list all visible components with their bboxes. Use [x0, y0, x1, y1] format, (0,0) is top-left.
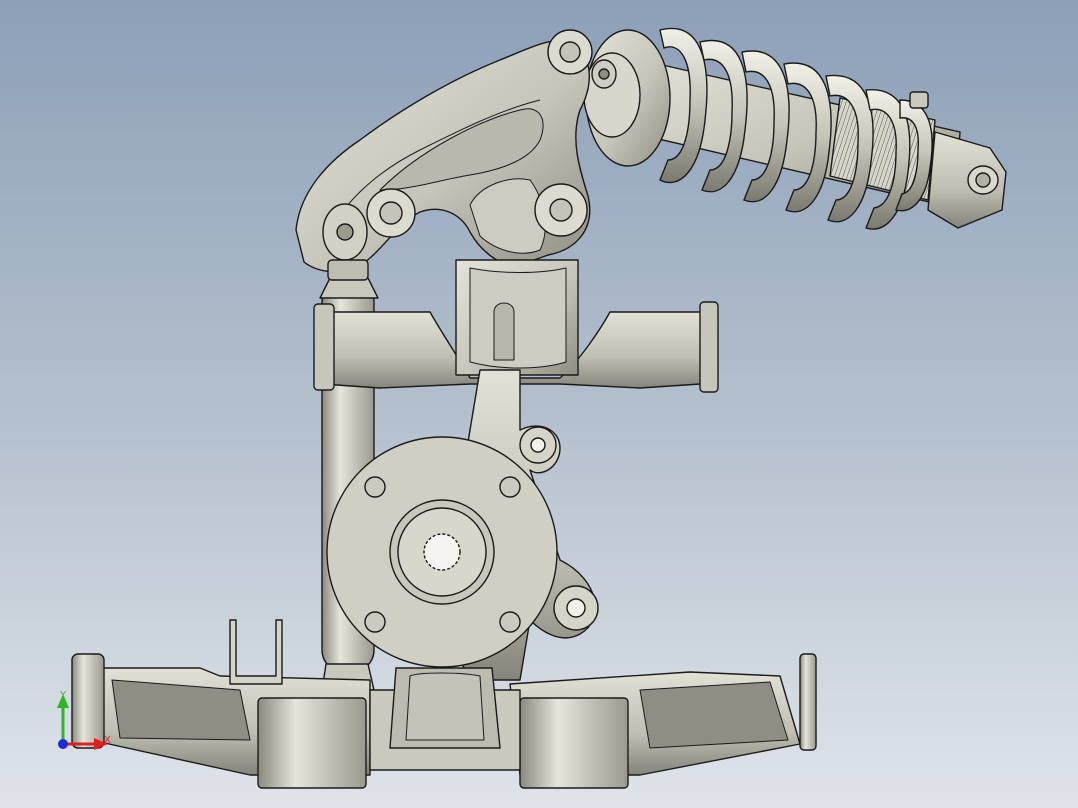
shock-valve-knob[interactable] — [909, 91, 929, 109]
upper-wishbone-left-mount[interactable] — [313, 303, 335, 391]
hub-bolt-hole — [364, 611, 386, 633]
cad-viewport[interactable]: Y X — [0, 0, 1078, 808]
hub-bolt-hole — [499, 611, 521, 633]
pushrod-top-nut[interactable] — [319, 277, 379, 299]
suspension-assembly-model[interactable] — [0, 0, 1078, 808]
upper-wishbone-right-mount[interactable] — [699, 301, 719, 393]
wheel-hub[interactable] — [326, 436, 558, 668]
origin-dot — [58, 739, 68, 749]
x-axis-label: X — [104, 735, 111, 746]
coordinate-triad: Y X — [57, 690, 111, 750]
pushrod-clevis-bracket[interactable] — [229, 619, 283, 685]
y-axis-label: Y — [59, 690, 67, 701]
hub-bolt-hole — [364, 476, 386, 498]
coilover-shock[interactable] — [583, 27, 1007, 230]
lower-wishbone-left-bushing[interactable] — [257, 697, 367, 789]
rocker-arm[interactable] — [295, 29, 593, 273]
lower-wishbone-right-mount[interactable] — [799, 653, 817, 751]
lower-wishbone-right-bushing[interactable] — [519, 697, 629, 789]
hub-bolt-hole — [499, 476, 521, 498]
